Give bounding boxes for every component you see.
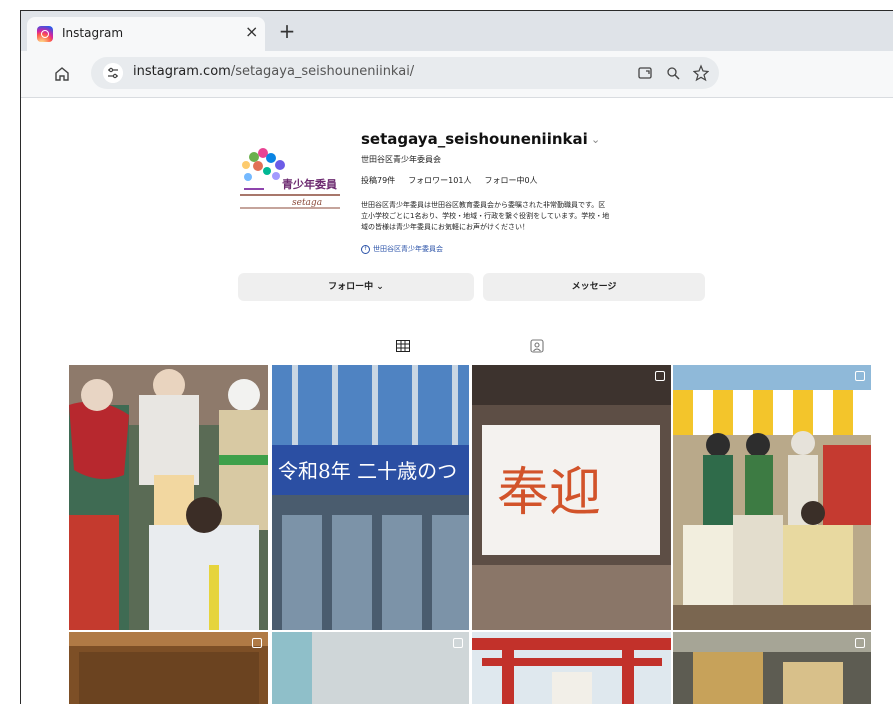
window-frame-left bbox=[20, 10, 21, 704]
tab-instagram[interactable]: Instagram × bbox=[27, 17, 265, 51]
multiple-images-icon bbox=[453, 638, 463, 648]
building-banner-text: 令和8年 二十歳のつ bbox=[278, 459, 457, 483]
followers-count[interactable]: フォロワー101人 bbox=[408, 175, 471, 186]
profile-full-name: 世田谷区青少年委員会 bbox=[361, 155, 441, 164]
bookmark-star-icon[interactable] bbox=[693, 63, 709, 83]
address-bar-actions bbox=[637, 63, 709, 83]
tab-title: Instagram bbox=[62, 26, 124, 40]
post-image bbox=[673, 632, 871, 704]
grid-post-shrine-interior[interactable] bbox=[673, 632, 871, 704]
new-tab-button[interactable]: + bbox=[275, 20, 299, 44]
posts-count: 投稿79件 bbox=[361, 176, 396, 185]
browser-tab-bar: Instagram × + bbox=[21, 11, 893, 51]
grid-post-wooden-box[interactable] bbox=[69, 632, 268, 704]
multiple-images-icon bbox=[855, 371, 865, 381]
bio-line: 世田谷区青少年委員は世田谷区教育委員会から委嘱された非常勤職員です。区 bbox=[361, 201, 606, 209]
post-image bbox=[272, 632, 469, 704]
posts-grid-tab-icon[interactable] bbox=[396, 340, 410, 352]
open-in-app-icon[interactable] bbox=[637, 63, 653, 83]
following-count[interactable]: フォロー中0人 bbox=[484, 175, 537, 186]
grid-post-building-banner[interactable]: 令和8年 二十歳のつ bbox=[272, 365, 469, 630]
post-image bbox=[69, 365, 268, 630]
profile-link-text: 世田谷区青少年委員会 bbox=[373, 245, 443, 253]
tab-close-icon[interactable]: × bbox=[245, 22, 258, 41]
profile-stats: 投稿79件 フォロワー101人 フォロー中0人 bbox=[361, 175, 538, 186]
facebook-icon: f bbox=[361, 244, 370, 254]
home-icon[interactable] bbox=[53, 65, 71, 83]
browser-toolbar: instagram.com/setagaya_seishouneniinkai/ bbox=[21, 51, 893, 98]
post-image bbox=[69, 632, 268, 704]
grid-post-wall[interactable] bbox=[272, 632, 469, 704]
profile-link[interactable]: f 世田谷区青少年委員会 bbox=[361, 244, 443, 254]
site-info-icon[interactable] bbox=[103, 63, 123, 83]
post-image: 奉迎 bbox=[472, 365, 671, 630]
zoom-icon[interactable] bbox=[665, 63, 681, 83]
multiple-images-icon bbox=[252, 638, 262, 648]
profile-username: setagaya_seishouneniinkai bbox=[361, 130, 588, 148]
bio-line: 域の皆様は青少年委員にお気軽にお声がけください！ bbox=[361, 223, 529, 231]
organization-logo: 青少年委員 setaga bbox=[240, 148, 340, 209]
grid-post-costumed-performers[interactable] bbox=[69, 365, 268, 630]
logo-subtext: setaga bbox=[292, 198, 322, 208]
post-image bbox=[472, 632, 671, 704]
message-button[interactable]: メッセージ bbox=[483, 273, 705, 301]
calligraphy-text: 奉迎 bbox=[497, 463, 601, 523]
multiple-images-icon bbox=[655, 371, 665, 381]
following-button[interactable]: フォロー中 ⌄ bbox=[238, 273, 474, 301]
logo-title-text: 青少年委員 bbox=[282, 177, 337, 191]
grid-post-torii-gate[interactable] bbox=[472, 632, 671, 704]
profile-bio: 世田谷区青少年委員は世田谷区教育委員会から委嘱された非常勤職員です。区 立小学校… bbox=[361, 200, 699, 233]
post-image bbox=[673, 365, 871, 630]
tagged-tab-icon[interactable] bbox=[530, 339, 544, 353]
url-host: instagram.com bbox=[133, 64, 231, 79]
username-dropdown-icon[interactable]: ⌄ bbox=[591, 133, 600, 146]
bio-line: 立小学校ごとに1名おり、学校・地域・行政を繋ぐ役割をしています。学校・地 bbox=[361, 212, 610, 220]
address-bar[interactable]: instagram.com/setagaya_seishouneniinkai/ bbox=[91, 57, 719, 89]
post-image: 令和8年 二十歳のつ bbox=[272, 365, 469, 630]
profile-avatar[interactable]: 青少年委員 setaga bbox=[236, 147, 344, 209]
instagram-favicon-icon bbox=[37, 26, 53, 42]
url-path: /setagaya_seishouneniinkai/ bbox=[230, 64, 415, 79]
grid-post-calligraphy-sign[interactable]: 奉迎 bbox=[472, 365, 671, 630]
grid-post-tent-costumes[interactable] bbox=[673, 365, 871, 630]
multiple-images-icon bbox=[855, 638, 865, 648]
url-text[interactable]: instagram.com/setagaya_seishouneniinkai/ bbox=[133, 64, 414, 79]
